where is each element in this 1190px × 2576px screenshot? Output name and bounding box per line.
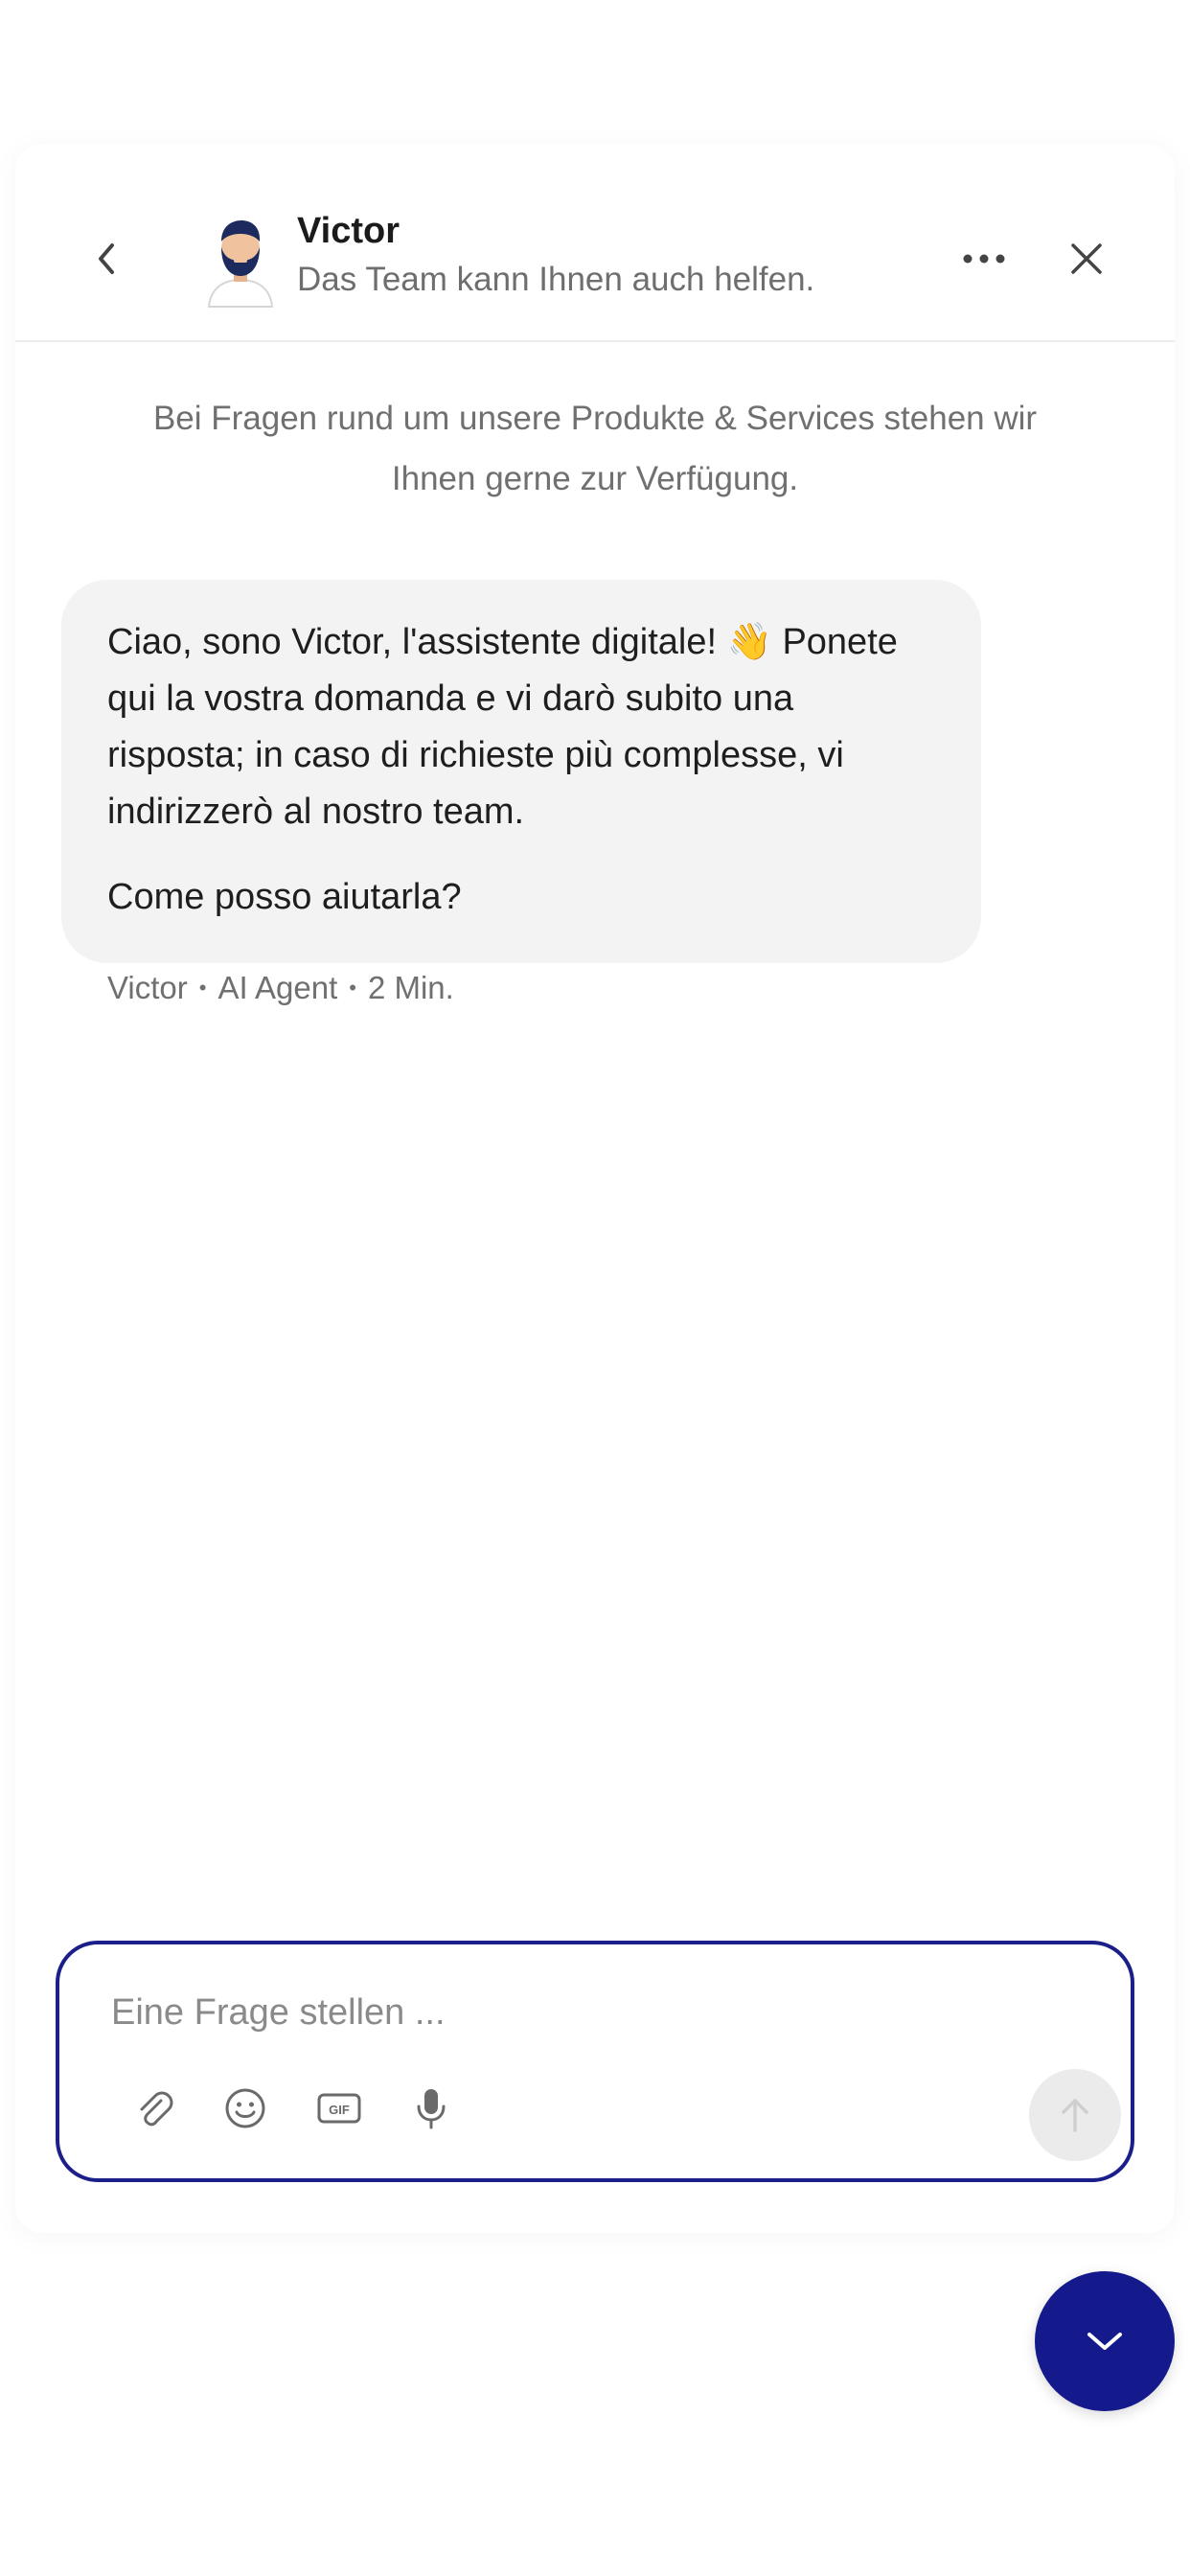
message-role: AI Agent [217, 970, 338, 1005]
voice-button[interactable] [404, 2082, 458, 2135]
message-input[interactable] [109, 1983, 1052, 2042]
message-paragraph: Come posso aiutarla? [107, 877, 462, 917]
more-horizontal-icon [963, 254, 1005, 264]
paperclip-icon [140, 2091, 173, 2127]
message-meta: Victor • AI Agent • 2 Min. [107, 970, 454, 1006]
gif-button[interactable]: GIF [312, 2082, 366, 2135]
svg-text:GIF: GIF [329, 2103, 350, 2117]
attach-button[interactable] [126, 2082, 180, 2135]
gif-icon: GIF [317, 2093, 361, 2124]
microphone-icon [417, 2089, 446, 2129]
close-icon [1071, 243, 1102, 274]
message-time: 2 Min. [367, 970, 454, 1005]
minimize-chat-button[interactable] [1035, 2271, 1175, 2411]
back-button[interactable] [82, 235, 130, 283]
more-options-button[interactable] [956, 240, 1012, 278]
chevron-left-icon [99, 243, 114, 274]
chat-panel: Victor Das Team kann Ihnen auch helfen. … [15, 144, 1175, 2233]
close-button[interactable] [1060, 232, 1113, 286]
chevron-down-icon [1087, 2333, 1122, 2350]
avatar [197, 213, 284, 309]
smiley-icon [225, 2088, 265, 2128]
agent-message-bubble: Ciao, sono Victor, l'assistente digitale… [61, 580, 981, 963]
intro-text: Bei Fragen rund um unsere Produkte & Ser… [152, 400, 1038, 497]
avatar-bearded-man-icon [207, 220, 274, 308]
message-sender: Victor [107, 970, 188, 1005]
agent-subtitle: Das Team kann Ihnen auch helfen. [297, 261, 815, 298]
emoji-button[interactable] [218, 2082, 272, 2135]
message-paragraph: Ciao, sono Victor, l'assistente digitale… [107, 622, 898, 832]
arrow-up-icon [1062, 2099, 1088, 2132]
separator-dot: • [349, 976, 356, 1000]
separator-dot: • [198, 976, 207, 1000]
message-composer: GIF [56, 1941, 1134, 2182]
agent-name: Victor [297, 211, 400, 251]
chat-header: Victor Das Team kann Ihnen auch helfen. [15, 144, 1175, 342]
send-button[interactable] [1029, 2069, 1121, 2161]
